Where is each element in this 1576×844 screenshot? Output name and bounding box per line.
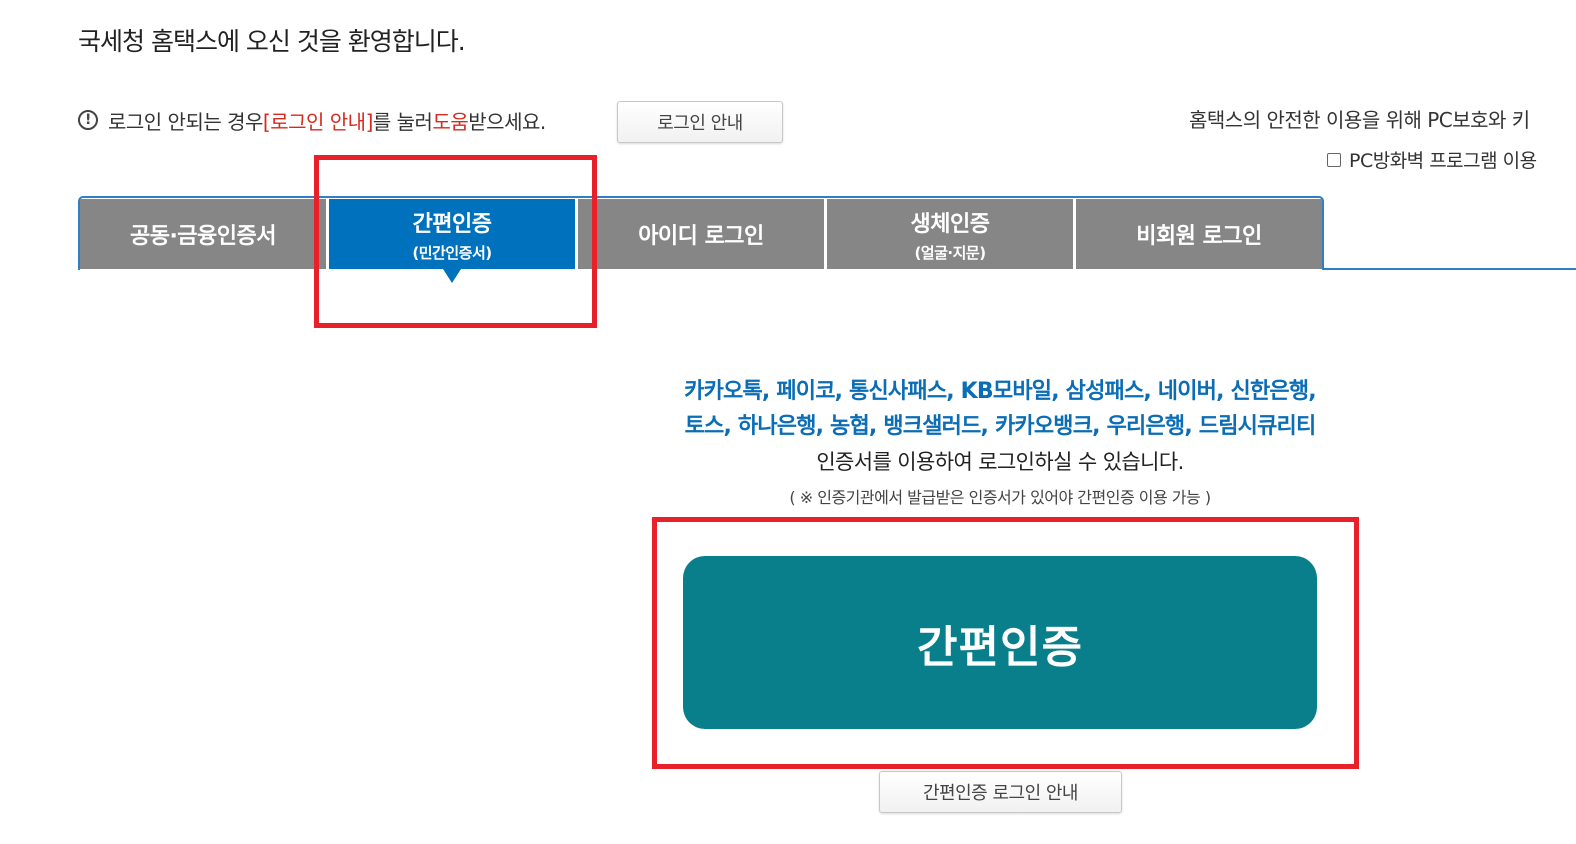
simple-auth-button[interactable]: 간편인증 [683, 556, 1317, 729]
provider-list: 카카오톡, 페이코, 통신사패스, KB모바일, 삼성패스, 네이버, 신한은행… [600, 374, 1400, 444]
login-help-line: ! 로그인 안되는 경우 [로그인 안내] 를 눌러 도움 받으세요. [78, 102, 546, 138]
tabs-divider [1324, 268, 1576, 270]
tab-id-login[interactable]: 아이디 로그인 [578, 199, 824, 269]
provider-line-2: 토스, 하나은행, 농협, 뱅크샐러드, 카카오뱅크, 우리은행, 드림시큐리티 [684, 414, 1317, 439]
help-text-after: 받으세요. [468, 109, 546, 134]
simple-auth-guide-button[interactable]: 간편인증 로그인 안내 [879, 771, 1122, 813]
firewall-label: PC방화벽 프로그램 이용 [1349, 150, 1537, 172]
exclamation-circle-icon: ! [78, 110, 98, 130]
tab-label: 생체인증 [910, 211, 990, 237]
firewall-checkbox[interactable] [1327, 152, 1341, 167]
help-word: 도움 [432, 109, 469, 134]
tab-highlight-box [314, 155, 597, 328]
tab-guest-login[interactable]: 비회원 로그인 [1076, 199, 1322, 269]
provider-line-1: 카카오톡, 페이코, 통신사패스, KB모바일, 삼성패스, 네이버, 신한은행… [684, 379, 1317, 404]
login-description: 인증서를 이용하여 로그인하실 수 있습니다. [816, 450, 1184, 474]
tab-biometric[interactable]: 생체인증 (얼굴·지문) [827, 199, 1073, 269]
firewall-option[interactable]: PC방화벽 프로그램 이용 [1327, 146, 1537, 173]
tab-label: 비회원 로그인 [1136, 224, 1262, 249]
tab-sublabel: (얼굴·지문) [914, 243, 986, 262]
help-link-text: [로그인 안내] [262, 109, 373, 134]
certificate-note: ( ※ 인증기관에서 발급받은 인증서가 있어야 간편인증 이용 가능 ) [789, 488, 1211, 507]
page-title: 국세청 홈택스에 오신 것을 환영합니다. [78, 27, 466, 56]
tab-label: 공동·금융인증서 [129, 224, 277, 249]
tab-label: 아이디 로그인 [638, 224, 764, 249]
help-text-before: 로그인 안되는 경우 [108, 109, 263, 134]
tab-certificate[interactable]: 공동·금융인증서 [80, 199, 326, 269]
login-guide-button[interactable]: 로그인 안내 [617, 101, 783, 143]
security-notice: 홈택스의 안전한 이용을 위해 PC보호와 키 [1189, 108, 1530, 132]
help-text-middle: 를 눌러 [372, 109, 433, 134]
